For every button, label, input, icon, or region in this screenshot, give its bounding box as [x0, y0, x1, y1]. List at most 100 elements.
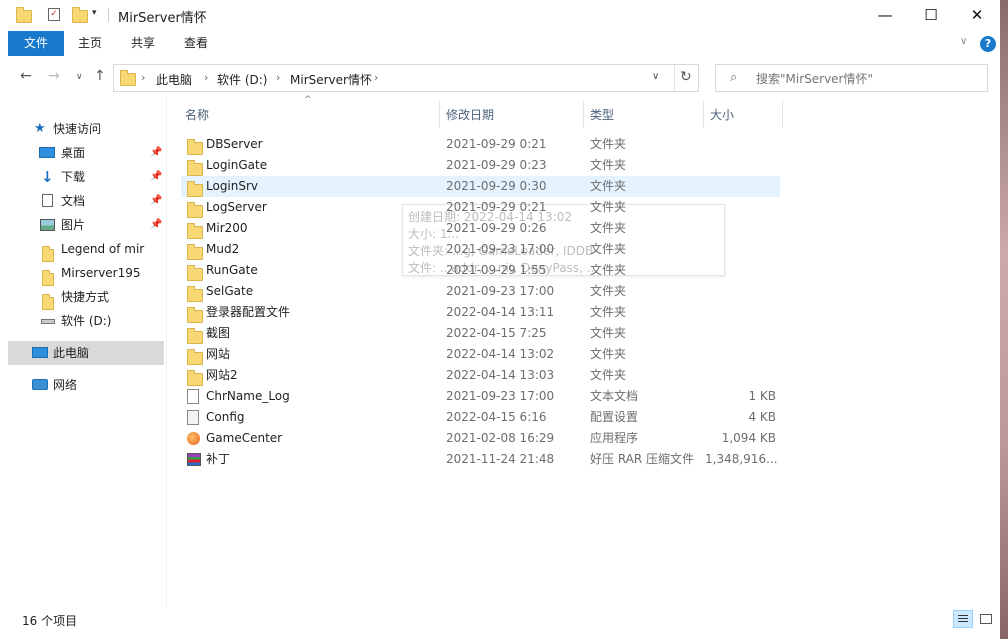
breadcrumb-separator-icon[interactable]: ›: [204, 71, 208, 84]
nav-item-documents[interactable]: 文档 📌: [8, 189, 164, 213]
desktop-icon: [39, 147, 55, 158]
nav-label: 图片: [61, 218, 86, 232]
tab-home[interactable]: 主页: [70, 31, 110, 56]
folder-icon: [120, 70, 136, 89]
folder-icon: [16, 7, 32, 23]
column-header-type[interactable]: 类型: [590, 103, 614, 127]
nav-item-this-pc[interactable]: 此电脑: [8, 341, 164, 365]
breadcrumb-separator-icon[interactable]: ›: [276, 71, 280, 84]
search-box[interactable]: ⌕: [715, 64, 988, 92]
file-row[interactable]: 网站2 2022-04-14 13:03 文件夹: [181, 365, 780, 386]
file-size: 4 KB: [748, 410, 776, 424]
refresh-icon[interactable]: ↻: [680, 69, 692, 85]
file-date: 2021-09-29 0:30: [446, 179, 547, 193]
forward-button[interactable]: →: [48, 68, 60, 84]
file-row[interactable]: LoginSrv 2021-09-29 0:30 文件夹: [181, 176, 780, 197]
recent-locations-icon[interactable]: ∨: [76, 72, 83, 82]
pane-divider[interactable]: [166, 96, 167, 608]
customize-toolbar-icon[interactable]: ▾: [92, 8, 97, 24]
nav-item-desktop[interactable]: 桌面 📌: [8, 141, 164, 165]
column-separator[interactable]: [703, 100, 704, 128]
nav-item-drive-d[interactable]: 软件 (D:): [8, 309, 164, 333]
column-header-name[interactable]: 名称: [185, 103, 209, 127]
maximize-button[interactable]: ☐: [908, 0, 954, 31]
nav-item-legend-of-mir[interactable]: Legend of mir: [8, 237, 164, 262]
nav-item-downloads[interactable]: ↓ 下载 📌: [8, 165, 164, 189]
pin-icon[interactable]: 📌: [150, 165, 162, 189]
file-date: 2021-09-23 17:00: [446, 284, 555, 298]
close-button[interactable]: ✕: [954, 0, 1000, 31]
large-icons-view-icon: [980, 614, 992, 624]
breadcrumb-separator-icon[interactable]: ›: [141, 71, 145, 84]
file-type: 文件夹: [590, 326, 627, 340]
properties-icon[interactable]: ✓: [48, 8, 60, 21]
ribbon-tabs: 文件 主页 共享 查看 ∨ ?: [0, 31, 1000, 56]
file-row[interactable]: Mir200 2021-09-29 0:26 文件夹: [181, 218, 780, 239]
file-row[interactable]: 网站 2022-04-14 13:02 文件夹: [181, 344, 780, 365]
file-row[interactable]: ChrName_Log 2021-09-23 17:00 文本文档 1 KB: [181, 386, 780, 407]
file-row[interactable]: SelGate 2021-09-23 17:00 文件夹: [181, 281, 780, 302]
tab-file[interactable]: 文件: [8, 31, 64, 56]
file-row[interactable]: Config 2022-04-15 6:16 配置设置 4 KB: [181, 407, 780, 428]
nav-label: 网络: [53, 378, 78, 392]
nav-item-network[interactable]: 网络: [8, 373, 164, 397]
file-date: 2021-09-29 0:21: [446, 137, 547, 151]
file-row[interactable]: 截图 2022-04-15 7:25 文件夹: [181, 323, 780, 344]
tab-share[interactable]: 共享: [122, 31, 164, 56]
large-icons-view-button[interactable]: [976, 610, 996, 628]
column-header-size[interactable]: 大小: [710, 103, 734, 127]
file-name: RunGate: [206, 263, 258, 277]
file-name: SelGate: [206, 284, 254, 298]
pin-icon[interactable]: 📌: [150, 189, 162, 213]
title-bar: ✓ ▾ MirServer情怀 — ☐ ✕: [0, 0, 1000, 31]
details-view-icon: [958, 615, 968, 616]
file-row[interactable]: Mud2 2021-09-23 17:00 文件夹: [181, 239, 780, 260]
file-name: LoginSrv: [206, 179, 259, 193]
file-type: 文件夹: [590, 347, 627, 361]
file-row[interactable]: RunGate 2021-09-29 1:55 文件夹: [181, 260, 780, 281]
nav-item-pictures[interactable]: 图片 📌: [8, 213, 164, 237]
back-button[interactable]: ←: [20, 68, 32, 84]
nav-item-shortcuts[interactable]: 快捷方式: [8, 285, 164, 310]
column-separator[interactable]: [782, 100, 783, 128]
file-type: 文件夹: [590, 221, 627, 235]
nav-item-mirserver195[interactable]: Mirserver195: [8, 261, 164, 286]
address-bar[interactable]: › 此电脑 › 软件 (D:) › MirServer情怀 › ∨ ↻: [113, 64, 699, 92]
search-input[interactable]: [754, 69, 983, 89]
file-row[interactable]: LoginGate 2021-09-29 0:23 文件夹: [181, 155, 780, 176]
file-name: ChrName_Log: [206, 389, 290, 403]
file-row[interactable]: GameCenter 2021-02-08 16:29 应用程序 1,094 KB: [181, 428, 780, 449]
navigation-pane: ★ 快速访问 桌面 📌 ↓ 下载 📌 文档 📌 图片 📌 Legend of m…: [8, 110, 166, 610]
new-folder-icon[interactable]: [72, 7, 88, 23]
breadcrumb-separator-icon[interactable]: ›: [374, 71, 378, 84]
column-header-date[interactable]: 修改日期: [446, 103, 494, 127]
file-row[interactable]: 补丁 2021-11-24 21:48 好压 RAR 压缩文件 1,348,916..…: [181, 449, 780, 470]
up-button[interactable]: ↑: [94, 68, 106, 84]
breadcrumb-mirserver[interactable]: MirServer情怀: [290, 71, 372, 88]
file-date: 2021-11-24 21:48: [446, 452, 555, 466]
help-icon[interactable]: ?: [980, 36, 996, 52]
file-row[interactable]: DBServer 2021-09-29 0:21 文件夹: [181, 134, 780, 155]
file-row[interactable]: 登录器配置文件 2022-04-14 13:11 文件夹: [181, 302, 780, 323]
pin-icon[interactable]: 📌: [150, 141, 162, 165]
address-dropdown-icon[interactable]: ∨: [652, 71, 659, 82]
file-type: 文本文档: [590, 389, 639, 403]
rar-archive-icon: [187, 452, 201, 473]
minimize-button[interactable]: —: [862, 0, 908, 31]
nav-label: 软件 (D:): [61, 314, 112, 328]
column-separator[interactable]: [439, 100, 440, 128]
nav-label: 此电脑: [53, 346, 90, 360]
file-size: 1,348,916...: [705, 452, 778, 466]
breadcrumb-drive-d[interactable]: 软件 (D:): [217, 71, 267, 88]
file-name: GameCenter: [206, 431, 283, 445]
file-row[interactable]: LogServer 2021-09-29 0:21 文件夹: [181, 197, 780, 218]
tab-view[interactable]: 查看: [175, 31, 217, 56]
breadcrumb-this-pc[interactable]: 此电脑: [156, 71, 192, 88]
pin-icon[interactable]: 📌: [150, 213, 162, 237]
nav-label: 桌面: [61, 146, 86, 160]
file-name: 补丁: [206, 452, 231, 466]
nav-item-quick-access[interactable]: ★ 快速访问: [8, 117, 164, 141]
expand-ribbon-icon[interactable]: ∨: [960, 36, 967, 47]
column-separator[interactable]: [583, 100, 584, 128]
details-view-button[interactable]: [953, 610, 973, 628]
